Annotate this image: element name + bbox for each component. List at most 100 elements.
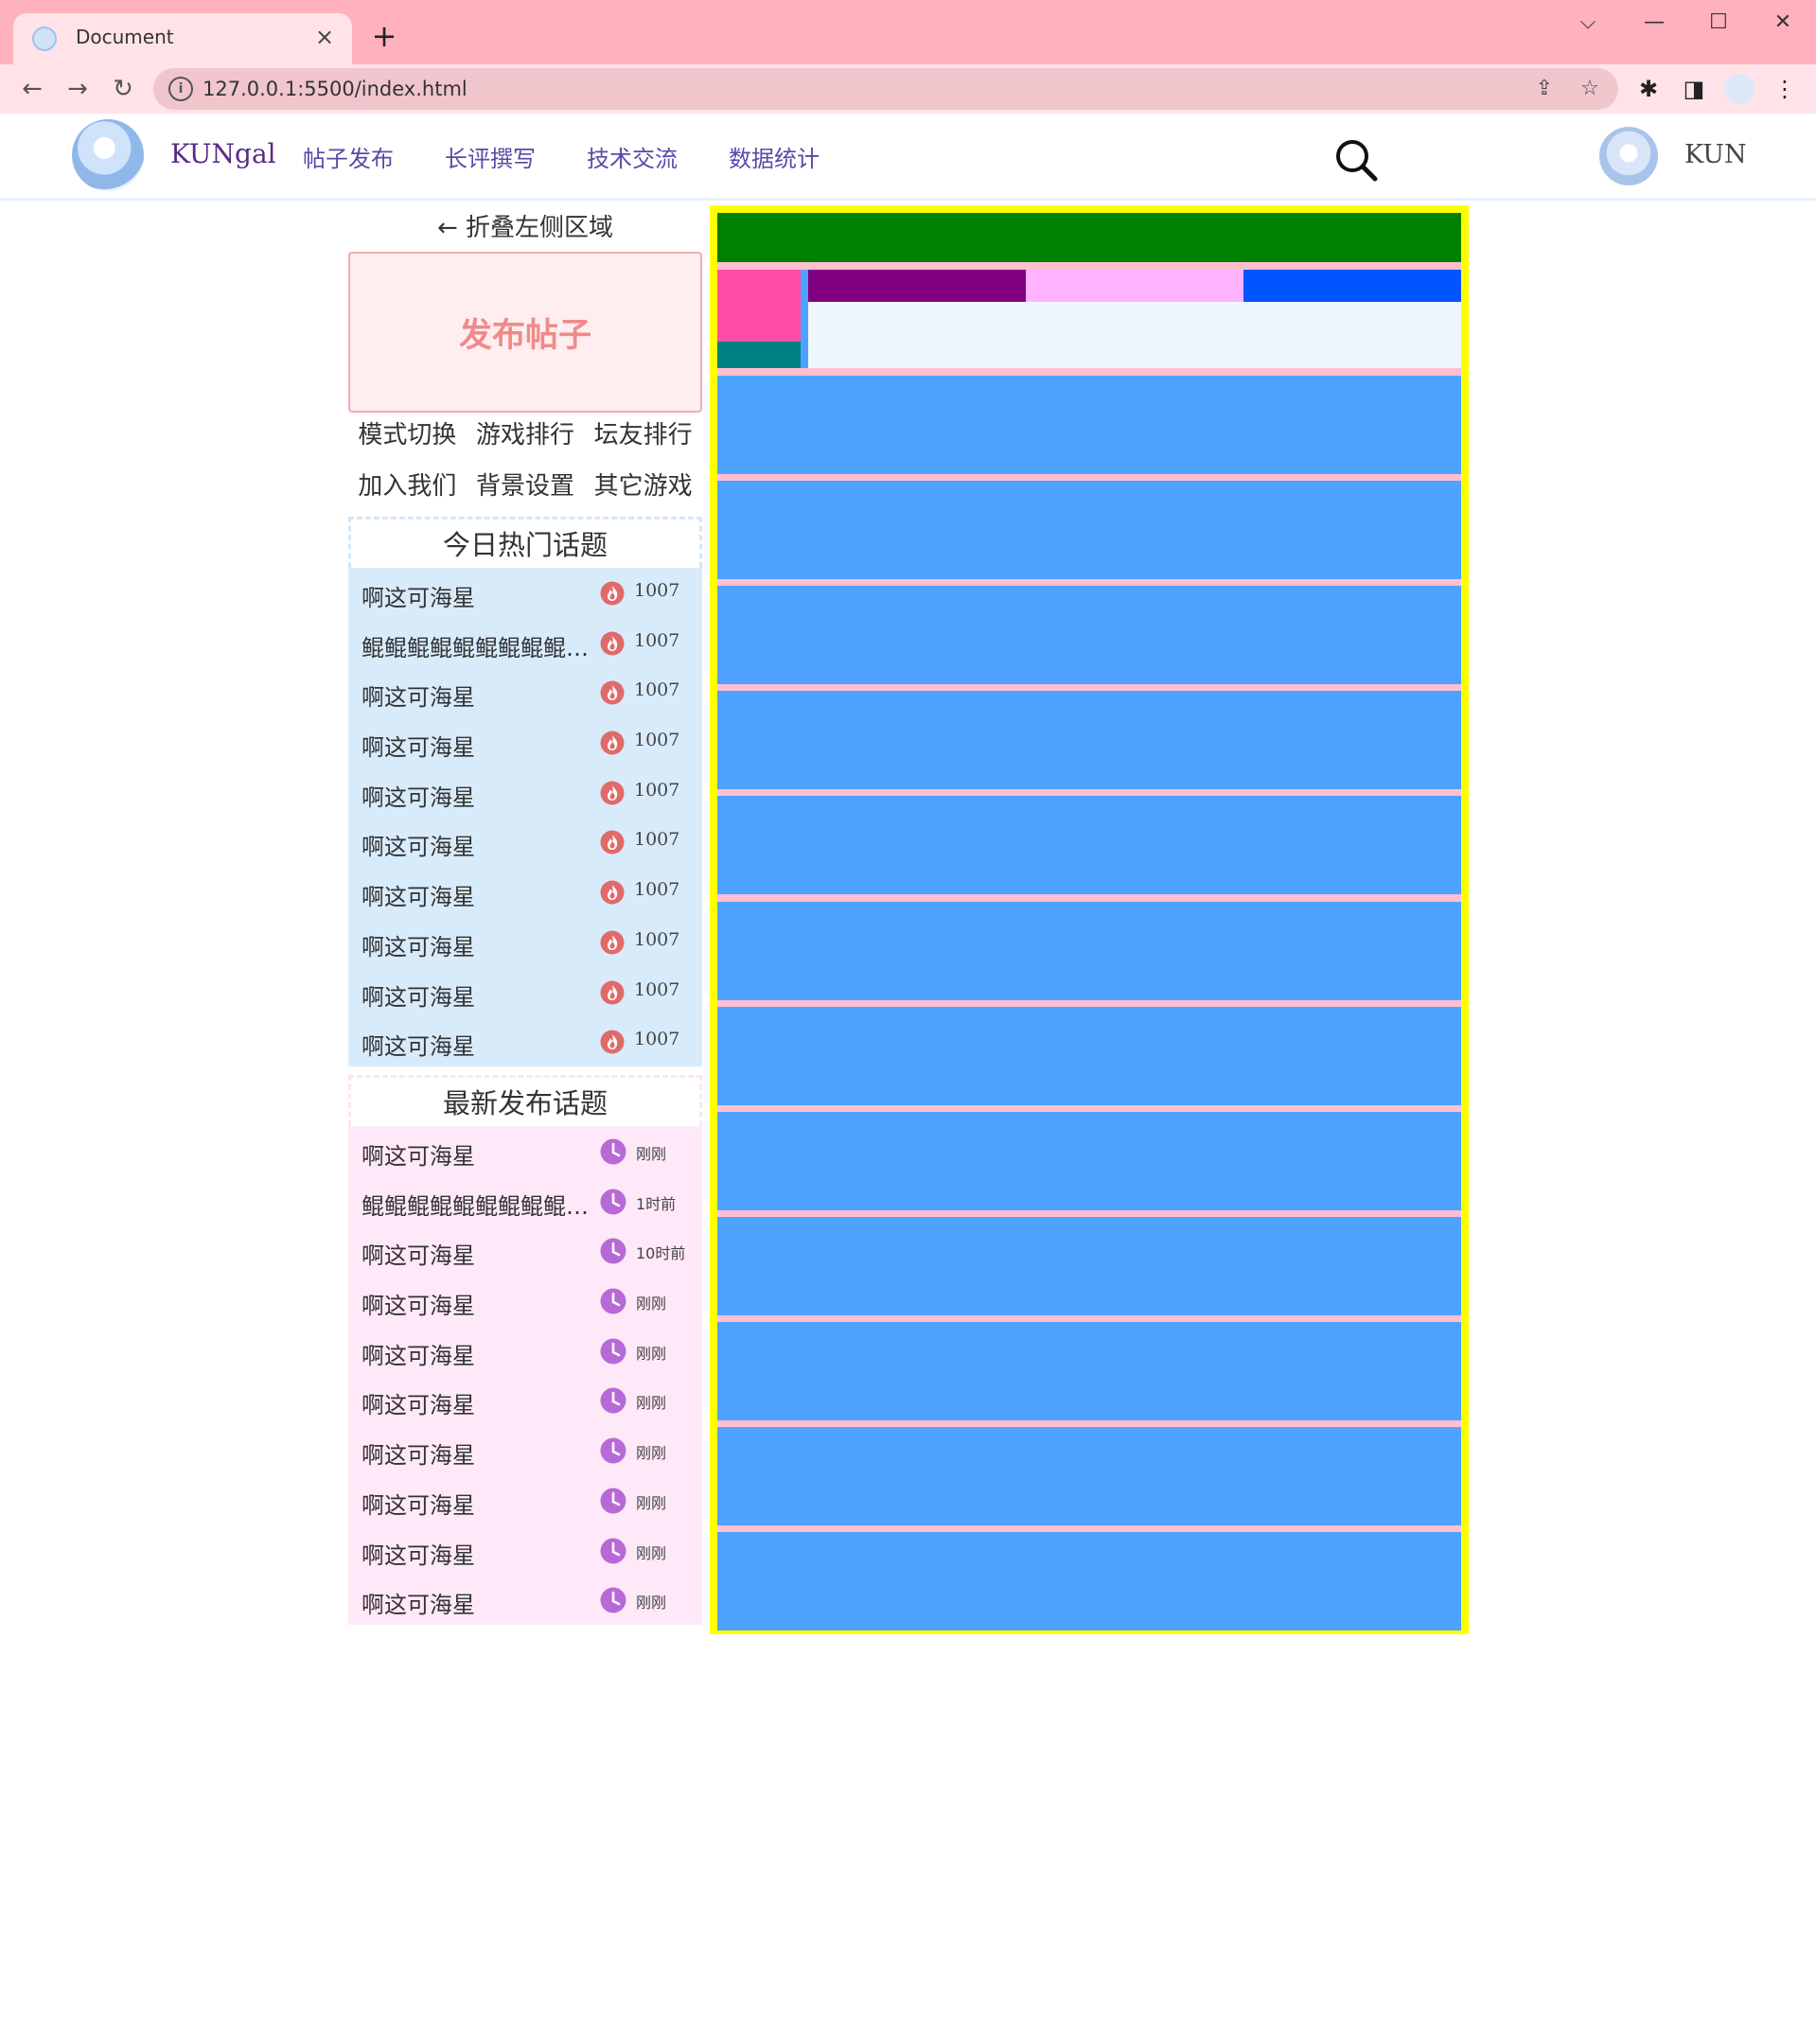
quick-link-background-settings[interactable]: 背景设置 [467,467,585,505]
extensions-icon[interactable]: ✱ [1633,74,1664,104]
topic-title[interactable]: 啊这可海星 [361,1237,589,1270]
post-card[interactable] [717,1006,1461,1105]
site-logo[interactable] [72,119,144,191]
search-icon[interactable] [1332,136,1380,184]
new-tab-button[interactable]: + [367,19,401,53]
topic-title[interactable]: 啊这可海星 [361,1028,589,1061]
list-item[interactable]: 啊这可海星 1007 [348,917,702,967]
topic-title[interactable]: 啊这可海星 [361,828,589,861]
topic-title[interactable]: 啊这可海星 [361,1537,589,1570]
topic-title[interactable]: 鲲鲲鲲鲲鲲鲲鲲鲲鲲鲲鲲 [361,629,589,662]
publish-post-button[interactable]: 发布帖子 [348,252,702,413]
topic-title[interactable]: 啊这可海星 [361,579,589,612]
list-item[interactable]: 啊这可海星 刚刚 [348,1276,702,1326]
bookmark-star-icon[interactable]: ☆ [1577,76,1603,102]
list-item[interactable]: 啊这可海星 刚刚 [348,1375,702,1425]
list-item[interactable]: 啊这可海星 10时前 [348,1225,702,1276]
topic-title[interactable]: 啊这可海星 [361,729,589,762]
list-item[interactable]: 啊这可海星 刚刚 [348,1126,702,1176]
list-item[interactable]: 啊这可海星 刚刚 [348,1575,702,1625]
topic-title[interactable]: 啊这可海星 [361,1137,589,1171]
topic-title[interactable]: 啊这可海星 [361,1436,589,1470]
nav-long-review[interactable]: 长评撰写 [445,140,536,173]
topic-title[interactable]: 啊这可海星 [361,678,589,712]
close-window-icon[interactable]: ✕ [1754,8,1811,38]
post-card[interactable] [717,481,1461,580]
post-card[interactable] [717,1216,1461,1315]
post-card[interactable] [717,691,1461,790]
list-item[interactable]: 啊这可海星 1007 [348,568,702,618]
list-item[interactable]: 啊这可海星 1007 [348,717,702,767]
featured-tab-pink[interactable] [1026,270,1243,302]
nav-tech-exchange[interactable]: 技术交流 [587,140,678,173]
post-card[interactable] [717,901,1461,1000]
topic-title[interactable]: 啊这可海星 [361,928,589,961]
nav-data-stats[interactable]: 数据统计 [729,140,820,173]
back-icon[interactable]: ← [13,70,51,108]
brand-name[interactable]: KUNgal [170,138,276,169]
post-card[interactable] [717,376,1461,474]
topic-title[interactable]: 啊这可海星 [361,978,589,1012]
new-topics-list: 啊这可海星 刚刚 鲲鲲鲲鲲鲲鲲鲲鲲鲲鲲鲲 1时前 啊这可海星 10时前 啊这可海星 刚刚 啊这可… [348,1126,702,1625]
topic-title[interactable]: 啊这可海星 [361,878,589,911]
minimize-icon[interactable]: — [1626,8,1683,38]
post-card[interactable] [717,586,1461,685]
list-item[interactable]: 鲲鲲鲲鲲鲲鲲鲲鲲鲲鲲鲲 1时前 [348,1176,702,1226]
list-item[interactable]: 啊这可海星 刚刚 [348,1425,702,1475]
tab-search-icon[interactable]: ⌵ [1560,8,1616,38]
list-item[interactable]: 啊这可海星 1007 [348,967,702,1017]
quick-link-join-us[interactable]: 加入我们 [348,467,467,505]
tab-close-icon[interactable]: × [310,23,339,51]
site-info-icon[interactable]: i [168,77,193,101]
featured-block-teal[interactable] [717,342,801,368]
topic-title[interactable]: 啊这可海星 [361,1386,589,1419]
quick-link-other-games[interactable]: 其它游戏 [584,467,702,505]
maximize-icon[interactable]: ☐ [1690,8,1747,38]
reload-icon[interactable]: ↻ [104,70,142,108]
list-item[interactable]: 啊这可海星 1007 [348,1016,702,1066]
nav-post-publish[interactable]: 帖子发布 [303,140,394,173]
collapse-left-button[interactable]: ← 折叠左侧区域 [348,208,702,243]
side-panel-icon[interactable]: ◨ [1679,74,1709,104]
list-item[interactable]: 啊这可海星 1007 [348,667,702,717]
featured-block-pink[interactable] [717,270,801,342]
list-item[interactable]: 鲲鲲鲲鲲鲲鲲鲲鲲鲲鲲鲲 1007 [348,618,702,668]
list-item[interactable]: 啊这可海星 1007 [348,817,702,867]
post-card[interactable] [717,796,1461,895]
list-item[interactable]: 啊这可海星 1007 [348,767,702,818]
quick-link-user-ranking[interactable]: 坛友排行 [584,416,702,454]
list-item[interactable]: 啊这可海星 刚刚 [348,1326,702,1376]
user-avatar[interactable] [1599,127,1658,185]
topic-title[interactable]: 鲲鲲鲲鲲鲲鲲鲲鲲鲲鲲鲲 [361,1188,589,1221]
browser-tab[interactable]: Document × [13,13,352,64]
list-item[interactable]: 啊这可海星 刚刚 [348,1475,702,1525]
post-card[interactable] [717,1532,1461,1631]
address-url[interactable]: 127.0.0.1:5500/index.html [203,78,467,100]
address-bar[interactable]: i 127.0.0.1:5500/index.html ⇪ ☆ [153,68,1618,110]
user-name[interactable]: KUN [1684,140,1747,169]
clock-icon [600,1488,626,1514]
topic-title[interactable]: 啊这可海星 [361,1487,589,1520]
quick-link-mode-switch[interactable]: 模式切换 [348,416,467,454]
hot-topics-panel: 今日热门话题 啊这可海星 1007 鲲鲲鲲鲲鲲鲲鲲鲲鲲鲲鲲 1007 啊这可海星 1007… [348,517,702,1066]
post-time: 刚刚 [636,1394,667,1413]
post-card[interactable] [717,1111,1461,1210]
forward-icon[interactable]: → [59,70,97,108]
topic-title[interactable]: 啊这可海星 [361,1586,589,1619]
post-card[interactable] [717,1321,1461,1420]
topic-title[interactable]: 啊这可海星 [361,1287,589,1320]
featured-tab-purple[interactable] [808,270,1026,302]
site-header: KUNgal 帖子发布 长评撰写 技术交流 数据统计 KUN [0,114,1816,201]
featured-tab-blue[interactable] [1243,270,1461,302]
profile-avatar-icon[interactable] [1724,74,1754,104]
list-item[interactable]: 啊这可海星 刚刚 [348,1525,702,1576]
share-icon[interactable]: ⇪ [1531,76,1558,102]
topic-title[interactable]: 啊这可海星 [361,1337,589,1370]
post-card[interactable] [717,1427,1461,1525]
post-time: 刚刚 [636,1493,667,1512]
quick-link-game-ranking[interactable]: 游戏排行 [467,416,585,454]
topic-title[interactable]: 啊这可海星 [361,779,589,812]
post-time: 刚刚 [636,1344,667,1363]
list-item[interactable]: 啊这可海星 1007 [348,867,702,917]
menu-kebab-icon[interactable]: ⋮ [1770,74,1800,104]
